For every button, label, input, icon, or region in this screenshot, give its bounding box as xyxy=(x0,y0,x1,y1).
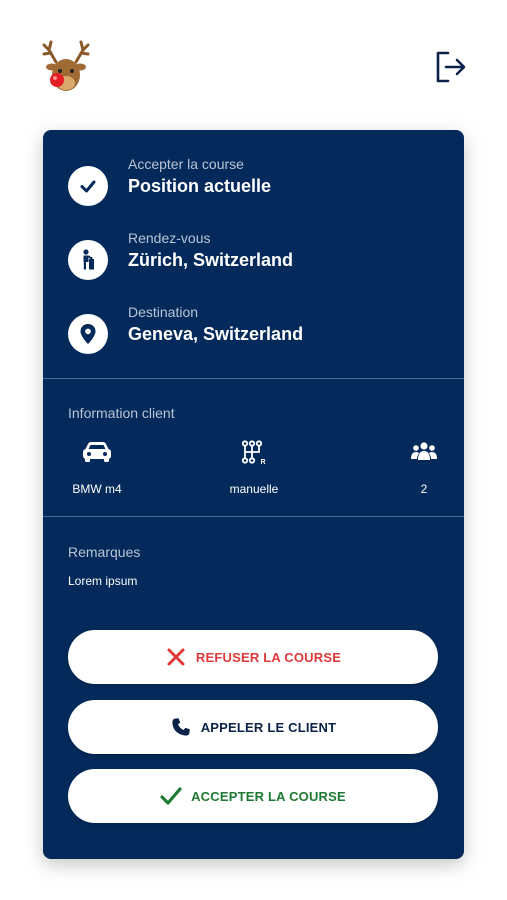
client-info-car: BMW m4 xyxy=(52,440,142,500)
route-step-destination: Destination Geneva, Switzerland xyxy=(68,304,448,364)
map-pin-icon xyxy=(68,314,108,354)
check-icon xyxy=(160,785,182,807)
reindeer-logo-icon xyxy=(40,38,92,96)
route-step-value: Zürich, Switzerland xyxy=(128,250,294,270)
logout-icon xyxy=(436,51,466,83)
route-step-label: Rendez-vous xyxy=(128,230,211,246)
remarks-title: Remarques xyxy=(68,544,141,560)
route-step-pickup-confirm: Accepter la course Position actuelle xyxy=(68,156,448,216)
accept-ride-label: ACCEPTER LA COURSE xyxy=(191,788,346,804)
gearshift-icon: R xyxy=(241,440,266,466)
car-model: BMW m4 xyxy=(72,482,122,496)
refuse-ride-label: REFUSER LA COURSE xyxy=(195,649,342,665)
transmission-type: manuelle xyxy=(229,482,279,496)
refuse-ride-button[interactable]: REFUSER LA COURSE xyxy=(68,630,438,684)
phone-icon xyxy=(170,716,192,738)
remarks-text: Lorem ipsum xyxy=(68,574,138,588)
client-info-passengers: 2 xyxy=(379,440,464,500)
client-info-transmission: R manuelle xyxy=(209,440,299,500)
close-icon xyxy=(165,646,187,668)
route-step-label: Accepter la course xyxy=(128,156,244,172)
call-client-button[interactable]: APPELER LE CLIENT xyxy=(68,700,438,754)
svg-text:R: R xyxy=(261,459,266,466)
logout-button[interactable] xyxy=(432,49,468,85)
route-step-meeting: Rendez-vous Zürich, Switzerland xyxy=(68,230,448,290)
client-info-title: Information client xyxy=(68,405,175,421)
call-client-label: APPELER LE CLIENT xyxy=(200,719,337,735)
divider xyxy=(43,516,464,517)
route-step-label: Destination xyxy=(128,304,199,320)
divider xyxy=(43,378,464,379)
check-icon xyxy=(68,166,108,206)
person-waiting-icon xyxy=(68,240,108,280)
route-step-value: Position actuelle xyxy=(128,176,272,196)
ride-request-card: Accepter la course Position actuelle Ren… xyxy=(43,130,464,859)
car-icon xyxy=(83,442,111,462)
passengers-icon xyxy=(411,442,437,460)
accept-ride-button[interactable]: ACCEPTER LA COURSE xyxy=(68,769,438,823)
route-step-value: Geneva, Switzerland xyxy=(128,324,304,344)
passenger-count: 2 xyxy=(420,482,428,496)
